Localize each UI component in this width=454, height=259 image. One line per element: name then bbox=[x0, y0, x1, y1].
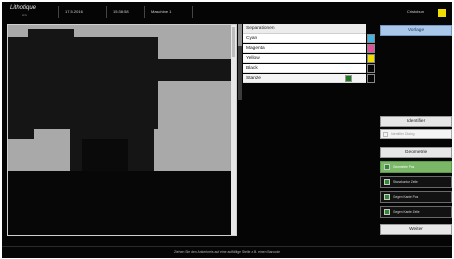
checkbox-icon bbox=[384, 179, 390, 185]
geometry-option-label: Gegen Kante Zeile bbox=[393, 210, 420, 214]
app-logo: Lithotique AG bbox=[10, 5, 36, 19]
separation-row-yellow[interactable]: Yellow bbox=[243, 54, 366, 63]
separation-row-magenta[interactable]: Magenta bbox=[243, 44, 366, 53]
next-button[interactable]: Weiter bbox=[380, 224, 452, 235]
checkbox-icon bbox=[384, 194, 390, 200]
geometry-option-label: Stanzkontur Zeile bbox=[393, 180, 418, 184]
top-bar: Lithotique AG 17.5.2016 15:38:58 Maschin… bbox=[2, 2, 452, 22]
separations-scroll-thumb[interactable] bbox=[238, 24, 242, 46]
yellow-swatch bbox=[367, 54, 375, 63]
status-message: Ziehen Sie den Ankerkreis auf eine auffä… bbox=[173, 250, 281, 254]
machine-display: Maschine 1 bbox=[144, 6, 191, 18]
die-lower-center bbox=[82, 139, 128, 171]
identifier-field[interactable]: Identifier Dialog bbox=[380, 129, 452, 139]
die-foot-left bbox=[8, 125, 34, 139]
separations-panel: Separationen Cyan Magenta Yellow Black S… bbox=[238, 24, 375, 100]
geometry-option-4[interactable]: Gegen Kante Zeile bbox=[380, 206, 452, 218]
field-icon bbox=[383, 132, 388, 137]
cyan-swatch bbox=[367, 34, 375, 43]
separations-header: Separationen bbox=[243, 24, 366, 34]
user-name[interactable]: Cristobun bbox=[407, 6, 424, 18]
black-swatch bbox=[367, 64, 375, 73]
separation-label-stanze: Stanze bbox=[246, 76, 261, 81]
separation-row-black[interactable]: Black bbox=[243, 64, 366, 73]
magenta-swatch bbox=[367, 44, 375, 53]
geometry-option-2[interactable]: Stanzkontur Zeile bbox=[380, 176, 452, 188]
checkbox-icon bbox=[384, 164, 390, 170]
geometry-button[interactable]: Geometrie bbox=[380, 147, 452, 158]
identifier-button[interactable]: Identifier bbox=[380, 116, 452, 127]
preview-button[interactable]: Vorlage bbox=[380, 25, 452, 36]
stanze-swatch bbox=[367, 74, 375, 83]
layout-preview[interactable] bbox=[7, 24, 237, 236]
preview-scrollbar[interactable] bbox=[231, 25, 236, 235]
time-display: 15:38:58 bbox=[106, 6, 143, 18]
checkbox-icon bbox=[384, 209, 390, 215]
preview-empty-area bbox=[8, 171, 236, 235]
top-divider bbox=[192, 6, 205, 18]
app-window: Lithotique AG 17.5.2016 15:38:58 Maschin… bbox=[2, 2, 452, 258]
preview-scroll-thumb[interactable] bbox=[232, 27, 235, 57]
geometry-option-1[interactable]: Geometrie Pos bbox=[380, 161, 452, 173]
die-tab bbox=[28, 29, 74, 39]
die-arm bbox=[150, 59, 236, 81]
date-display: 17.5.2016 bbox=[58, 6, 95, 18]
geometry-option-3[interactable]: Gegen Kante Pos bbox=[380, 191, 452, 203]
separations-scrollbar[interactable] bbox=[238, 24, 242, 100]
separation-row-cyan[interactable]: Cyan bbox=[243, 34, 366, 43]
status-bar: Ziehen Sie den Ankerkreis auf eine auffä… bbox=[2, 246, 452, 258]
identifier-placeholder: Identifier Dialog bbox=[391, 132, 415, 136]
geometry-option-label: Gegen Kante Pos bbox=[393, 195, 419, 199]
user-color-indicator[interactable] bbox=[438, 9, 446, 17]
separation-row-stanze[interactable]: Stanze bbox=[243, 74, 366, 83]
checkmark-icon bbox=[345, 75, 352, 82]
geometry-option-label: Geometrie Pos bbox=[393, 165, 415, 169]
app-subtitle: AG bbox=[22, 13, 28, 17]
app-name: Lithotique bbox=[10, 5, 37, 11]
